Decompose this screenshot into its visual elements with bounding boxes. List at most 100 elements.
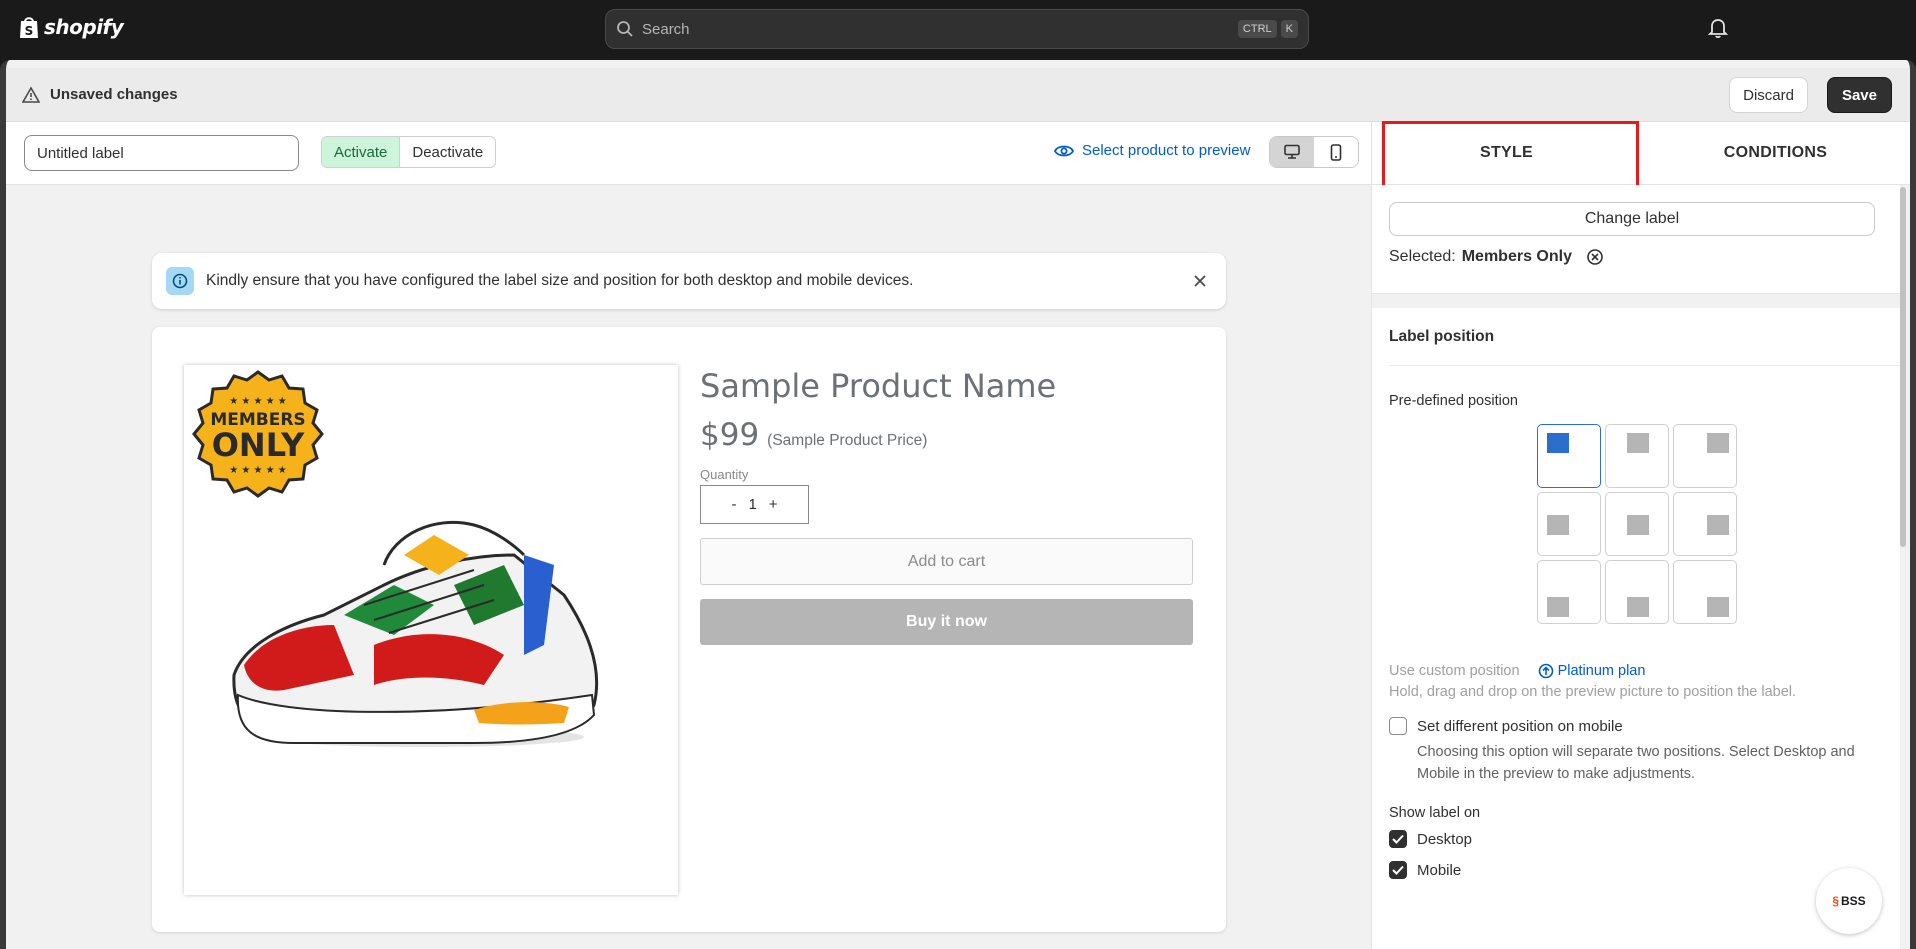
svg-text:★ ★ ★ ★ ★: ★ ★ ★ ★ ★	[229, 465, 287, 476]
product-info: Sample Product Name $99 (Sample Product …	[700, 367, 1194, 645]
product-name: Sample Product Name	[700, 367, 1057, 405]
deactivate-button[interactable]: Deactivate	[400, 137, 496, 167]
show-desktop-label: Desktop	[1417, 830, 1473, 848]
unsaved-title: Unsaved changes	[50, 86, 178, 103]
qty-minus[interactable]: -	[731, 496, 736, 513]
custom-position-row: Use custom position Platinum plan	[1389, 663, 1645, 679]
members-only-badge: ★ ★ ★ ★ ★ ★ ★ ★ ★ ★ MEMBERS ONLY	[192, 370, 324, 498]
position-grid	[1537, 424, 1737, 624]
mobile-view-button[interactable]	[1314, 137, 1358, 167]
custom-position-help: Hold, drag and drop on the preview pictu…	[1389, 684, 1797, 700]
panel-scrollbar[interactable]	[1899, 185, 1907, 949]
settings-panel: STYLE CONDITIONS Change label Selected: …	[1371, 121, 1910, 949]
contextual-save-bar: Unsaved changes Discard Save	[6, 68, 1910, 122]
svg-text:★ ★ ★ ★ ★: ★ ★ ★ ★ ★	[229, 396, 287, 407]
selected-prefix: Selected:	[1389, 248, 1456, 265]
position-bottom-center[interactable]	[1605, 560, 1669, 624]
warning-icon	[22, 85, 40, 103]
bss-support-widget[interactable]: § BSS	[1816, 868, 1882, 934]
position-title: Label position	[1389, 308, 1900, 366]
label-select-section: Change label Selected: Members Only	[1372, 185, 1900, 294]
show-label-on-title: Show label on	[1389, 805, 1481, 821]
search-icon	[617, 21, 633, 37]
svg-text:S: S	[25, 24, 34, 38]
desktop-view-button[interactable]	[1270, 137, 1314, 167]
position-top-right[interactable]	[1673, 424, 1737, 488]
check-icon	[1392, 865, 1404, 875]
bss-widget-label: BSS	[1841, 894, 1866, 908]
show-mobile-option[interactable]: Mobile	[1389, 861, 1461, 879]
qty-plus[interactable]: +	[769, 496, 778, 513]
selected-label-row: Selected: Members Only	[1389, 248, 1604, 266]
show-mobile-label: Mobile	[1417, 861, 1462, 879]
show-desktop-checkbox[interactable]	[1389, 830, 1407, 848]
custom-position-label: Use custom position	[1389, 663, 1520, 679]
platinum-plan-link[interactable]: Platinum plan	[1538, 663, 1646, 679]
info-icon	[166, 267, 194, 295]
badge-line-2: ONLY	[212, 426, 305, 464]
product-preview-card: ★ ★ ★ ★ ★ ★ ★ ★ ★ ★ MEMBERS ONLY Sample …	[152, 327, 1226, 932]
position-middle-right[interactable]	[1673, 492, 1737, 556]
preview-link-label: Select product to preview	[1082, 142, 1251, 159]
position-middle-center[interactable]	[1605, 492, 1669, 556]
product-price: $99	[700, 417, 760, 453]
buy-now-button[interactable]: Buy it now	[700, 599, 1193, 645]
editor-toolbar: Activate Deactivate Select product to pr…	[6, 122, 1371, 185]
position-middle-left[interactable]	[1537, 492, 1601, 556]
scroll-thumb[interactable]	[1900, 187, 1906, 547]
selected-label-value: Members Only	[1461, 248, 1572, 265]
search-bar[interactable]: CTRL K	[605, 9, 1309, 49]
preview-area: Kindly ensure that you have configured t…	[6, 185, 1371, 949]
close-icon[interactable]	[1190, 271, 1210, 291]
mobile-position-label: Set different position on mobile	[1417, 717, 1623, 735]
mobile-position-note: Choosing this option will separate two p…	[1417, 744, 1855, 782]
status-toggle: Activate Deactivate	[321, 136, 497, 168]
tab-style[interactable]: STYLE	[1372, 121, 1641, 190]
activate-button[interactable]: Activate	[322, 137, 401, 167]
position-bottom-left[interactable]	[1537, 560, 1601, 624]
sneaker-image	[232, 520, 599, 747]
shopify-bag-icon: S	[20, 17, 38, 38]
check-icon	[1392, 834, 1404, 844]
quantity-stepper[interactable]: - 1 +	[700, 485, 809, 524]
add-to-cart-button[interactable]: Add to cart	[700, 538, 1193, 585]
mobile-position-option[interactable]: Set different position on mobile	[1389, 717, 1623, 735]
show-mobile-checkbox[interactable]	[1389, 861, 1407, 879]
shopify-logo[interactable]: S shopify	[18, 14, 124, 40]
info-banner: Kindly ensure that you have configured t…	[152, 253, 1226, 309]
label-name-input[interactable]	[24, 135, 299, 171]
position-top-center[interactable]	[1605, 424, 1669, 488]
save-button[interactable]: Save	[1826, 77, 1892, 113]
product-image[interactable]: ★ ★ ★ ★ ★ ★ ★ ★ ★ ★ MEMBERS ONLY	[184, 365, 678, 895]
main-frame: Unsaved changes Discard Save Activate De…	[0, 60, 1916, 949]
settings-tabs: STYLE CONDITIONS	[1372, 121, 1910, 190]
quantity-label: Quantity	[700, 467, 749, 482]
search-input[interactable]	[642, 20, 1234, 38]
shortcut-ctrl: CTRL	[1237, 20, 1277, 38]
upgrade-arrow-icon	[1538, 663, 1553, 679]
brand-name: shopify	[44, 15, 124, 39]
label-position-section: Label position Pre-defined position Use …	[1372, 308, 1900, 949]
top-bar: S shopify CTRL K	[0, 0, 1916, 60]
show-desktop-option[interactable]: Desktop	[1389, 830, 1472, 848]
change-label-button[interactable]: Change label	[1389, 202, 1875, 236]
predefined-position-label: Pre-defined position	[1389, 393, 1518, 409]
bell-icon[interactable]	[1707, 17, 1729, 39]
platinum-plan-label: Platinum plan	[1557, 663, 1646, 679]
banner-text: Kindly ensure that you have configured t…	[206, 272, 914, 289]
tab-conditions[interactable]: CONDITIONS	[1641, 122, 1910, 184]
price-row: $99 (Sample Product Price)	[700, 417, 1194, 453]
remove-circle-icon[interactable]	[1586, 248, 1604, 266]
mobile-position-checkbox[interactable]	[1389, 717, 1407, 735]
device-toggle	[1269, 136, 1359, 168]
position-bottom-right[interactable]	[1673, 560, 1737, 624]
shortcut-key: K	[1280, 20, 1298, 38]
qty-value: 1	[748, 496, 757, 513]
desktop-icon	[1284, 144, 1300, 159]
position-top-left[interactable]	[1537, 424, 1601, 488]
mobile-icon	[1330, 143, 1342, 161]
discard-button[interactable]: Discard	[1729, 77, 1808, 113]
eye-icon	[1054, 145, 1074, 156]
bss-logo-icon: §	[1832, 894, 1839, 908]
select-product-preview-link[interactable]: Select product to preview	[1054, 142, 1250, 159]
